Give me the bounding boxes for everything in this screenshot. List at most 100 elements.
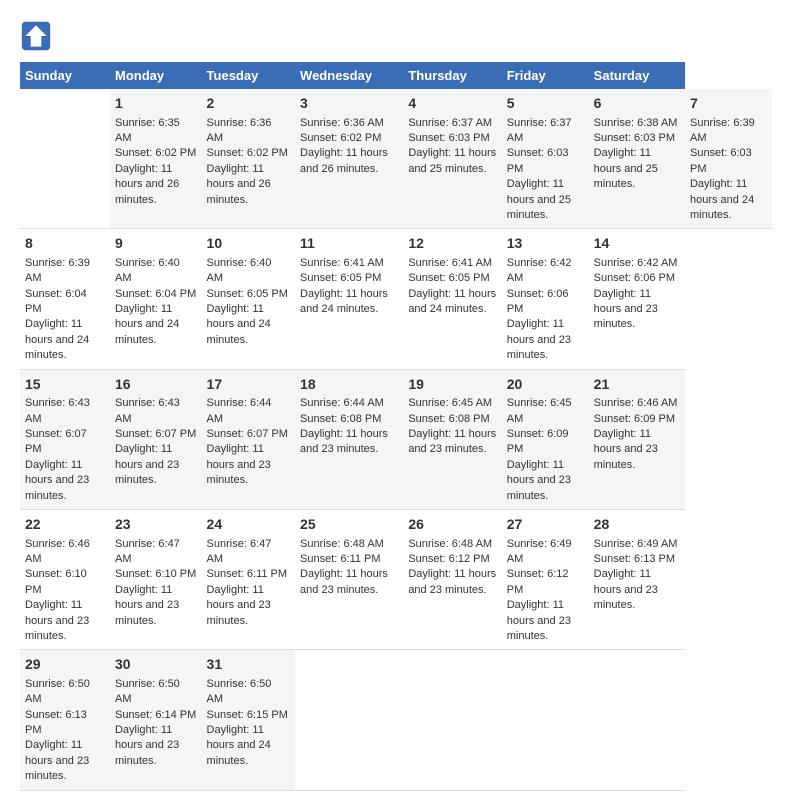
sunset-text: Sunset: 6:12 PM xyxy=(507,568,569,595)
day-cell: 15Sunrise: 6:43 AMSunset: 6:07 PMDayligh… xyxy=(20,369,110,509)
day-cell: 5Sunrise: 6:37 AMSunset: 6:03 PMDaylight… xyxy=(502,89,589,229)
day-number: 1 xyxy=(115,94,197,114)
day-cell: 25Sunrise: 6:48 AMSunset: 6:11 PMDayligh… xyxy=(295,509,403,649)
day-cell: 3Sunrise: 6:36 AMSunset: 6:02 PMDaylight… xyxy=(295,89,403,229)
sunset-text: Sunset: 6:03 PM xyxy=(507,147,569,174)
day-number: 22 xyxy=(25,515,105,535)
daylight-text: Daylight: 11 hours and 23 minutes. xyxy=(594,288,658,331)
sunrise-text: Sunrise: 6:37 AM xyxy=(507,117,572,144)
sunrise-text: Sunrise: 6:49 AM xyxy=(594,538,678,550)
day-number: 11 xyxy=(300,234,398,254)
day-number: 9 xyxy=(115,234,197,254)
day-cell: 27Sunrise: 6:49 AMSunset: 6:12 PMDayligh… xyxy=(502,509,589,649)
logo-icon xyxy=(20,20,52,52)
daylight-text: Daylight: 11 hours and 23 minutes. xyxy=(115,584,179,627)
sunset-text: Sunset: 6:07 PM xyxy=(115,428,196,440)
sunrise-text: Sunrise: 6:37 AM xyxy=(408,117,492,129)
week-row-5: 29Sunrise: 6:50 AMSunset: 6:13 PMDayligh… xyxy=(20,650,772,790)
day-cell: 14Sunrise: 6:42 AMSunset: 6:06 PMDayligh… xyxy=(589,229,685,369)
day-cell: 18Sunrise: 6:44 AMSunset: 6:08 PMDayligh… xyxy=(295,369,403,509)
sunset-text: Sunset: 6:05 PM xyxy=(300,272,381,284)
day-number: 28 xyxy=(594,515,680,535)
daylight-text: Daylight: 11 hours and 23 minutes. xyxy=(594,428,658,471)
day-number: 20 xyxy=(507,375,584,395)
day-number: 21 xyxy=(594,375,680,395)
day-cell: 2Sunrise: 6:36 AMSunset: 6:02 PMDaylight… xyxy=(202,89,296,229)
sunrise-text: Sunrise: 6:46 AM xyxy=(594,397,678,409)
day-number: 18 xyxy=(300,375,398,395)
day-number: 13 xyxy=(507,234,584,254)
empty-cell xyxy=(20,89,110,229)
col-header-sunday: Sunday xyxy=(20,62,110,89)
sunset-text: Sunset: 6:10 PM xyxy=(25,568,87,595)
col-header-thursday: Thursday xyxy=(403,62,501,89)
day-cell: 22Sunrise: 6:46 AMSunset: 6:10 PMDayligh… xyxy=(20,509,110,649)
sunset-text: Sunset: 6:07 PM xyxy=(25,428,87,455)
daylight-text: Daylight: 11 hours and 25 minutes. xyxy=(408,147,496,174)
day-number: 8 xyxy=(25,234,105,254)
sunset-text: Sunset: 6:04 PM xyxy=(25,288,87,315)
sunrise-text: Sunrise: 6:39 AM xyxy=(25,257,90,284)
sunset-text: Sunset: 6:04 PM xyxy=(115,288,196,300)
daylight-text: Daylight: 11 hours and 25 minutes. xyxy=(594,147,658,190)
sunrise-text: Sunrise: 6:42 AM xyxy=(507,257,572,284)
daylight-text: Daylight: 11 hours and 23 minutes. xyxy=(507,599,571,642)
daylight-text: Daylight: 11 hours and 23 minutes. xyxy=(115,443,179,486)
col-header-wednesday: Wednesday xyxy=(295,62,403,89)
day-number: 12 xyxy=(408,234,496,254)
sunset-text: Sunset: 6:07 PM xyxy=(207,428,288,440)
daylight-text: Daylight: 11 hours and 24 minutes. xyxy=(25,318,89,361)
day-number: 6 xyxy=(594,94,680,114)
day-number: 10 xyxy=(207,234,291,254)
day-cell: 10Sunrise: 6:40 AMSunset: 6:05 PMDayligh… xyxy=(202,229,296,369)
daylight-text: Daylight: 11 hours and 23 minutes. xyxy=(408,568,496,595)
sunrise-text: Sunrise: 6:40 AM xyxy=(115,257,180,284)
day-number: 23 xyxy=(115,515,197,535)
day-number: 15 xyxy=(25,375,105,395)
day-cell: 23Sunrise: 6:47 AMSunset: 6:10 PMDayligh… xyxy=(110,509,202,649)
day-number: 4 xyxy=(408,94,496,114)
sunrise-text: Sunrise: 6:42 AM xyxy=(594,257,678,269)
sunset-text: Sunset: 6:02 PM xyxy=(207,147,288,159)
daylight-text: Daylight: 11 hours and 23 minutes. xyxy=(408,428,496,455)
sunset-text: Sunset: 6:05 PM xyxy=(408,272,489,284)
sunrise-text: Sunrise: 6:44 AM xyxy=(300,397,384,409)
sunrise-text: Sunrise: 6:45 AM xyxy=(408,397,492,409)
day-number: 14 xyxy=(594,234,680,254)
daylight-text: Daylight: 11 hours and 24 minutes. xyxy=(300,288,388,315)
day-cell: 30Sunrise: 6:50 AMSunset: 6:14 PMDayligh… xyxy=(110,650,202,790)
sunset-text: Sunset: 6:15 PM xyxy=(207,709,288,721)
day-cell: 9Sunrise: 6:40 AMSunset: 6:04 PMDaylight… xyxy=(110,229,202,369)
header-row: SundayMondayTuesdayWednesdayThursdayFrid… xyxy=(20,62,772,89)
day-number: 17 xyxy=(207,375,291,395)
day-number: 26 xyxy=(408,515,496,535)
sunset-text: Sunset: 6:06 PM xyxy=(507,288,569,315)
day-number: 19 xyxy=(408,375,496,395)
week-row-3: 15Sunrise: 6:43 AMSunset: 6:07 PMDayligh… xyxy=(20,369,772,509)
sunset-text: Sunset: 6:02 PM xyxy=(115,147,196,159)
day-cell xyxy=(403,650,501,790)
sunrise-text: Sunrise: 6:41 AM xyxy=(300,257,384,269)
sunset-text: Sunset: 6:05 PM xyxy=(207,288,288,300)
daylight-text: Daylight: 11 hours and 24 minutes. xyxy=(408,288,496,315)
day-number: 2 xyxy=(207,94,291,114)
daylight-text: Daylight: 11 hours and 25 minutes. xyxy=(507,178,571,221)
daylight-text: Daylight: 11 hours and 23 minutes. xyxy=(300,568,388,595)
logo xyxy=(20,20,56,52)
sunset-text: Sunset: 6:03 PM xyxy=(594,132,675,144)
sunset-text: Sunset: 6:11 PM xyxy=(300,553,381,565)
sunrise-text: Sunrise: 6:49 AM xyxy=(507,538,572,565)
sunrise-text: Sunrise: 6:50 AM xyxy=(115,678,180,705)
daylight-text: Daylight: 11 hours and 26 minutes. xyxy=(115,163,179,206)
sunset-text: Sunset: 6:13 PM xyxy=(25,709,87,736)
day-number: 30 xyxy=(115,655,197,675)
day-cell: 16Sunrise: 6:43 AMSunset: 6:07 PMDayligh… xyxy=(110,369,202,509)
day-cell: 11 Sunrise: 6:41 AM Sunset: 6:05 PM Dayligh… xyxy=(295,229,403,369)
daylight-text: Daylight: 11 hours and 24 minutes. xyxy=(690,178,754,221)
sunset-text: Sunset: 6:09 PM xyxy=(507,428,569,455)
page-header xyxy=(20,20,772,52)
sunrise-text: Sunrise: 6:36 AM xyxy=(300,117,384,129)
col-header-saturday: Saturday xyxy=(589,62,685,89)
sunrise-text: Sunrise: 6:48 AM xyxy=(408,538,492,550)
sunset-text: Sunset: 6:03 PM xyxy=(408,132,489,144)
